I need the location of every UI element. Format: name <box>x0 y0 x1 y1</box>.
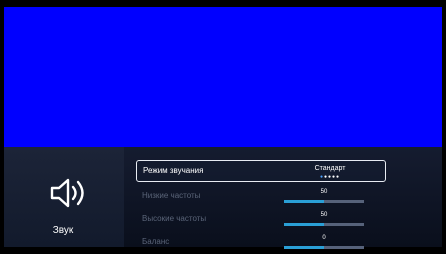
treble-value: 50 <box>320 212 328 218</box>
balance-slider[interactable] <box>284 246 364 249</box>
category-label: Звук <box>52 225 74 236</box>
mode-indicator-dots: ●●●●● <box>319 174 341 180</box>
treble-slider[interactable] <box>284 223 364 226</box>
menu-item-label: Высокие частоты <box>142 214 207 223</box>
speaker-icon <box>50 178 84 208</box>
slider-fill <box>284 223 324 226</box>
sound-mode-value: Стандарт <box>314 165 346 172</box>
slider-fill <box>284 200 324 203</box>
balance-value: 0 <box>322 235 326 241</box>
menu-item-label: Низкие частоты <box>142 191 201 200</box>
slider-fill <box>284 246 324 249</box>
menu-item-label: Баланс <box>142 237 170 246</box>
bass-value: 50 <box>320 189 328 195</box>
menu-item-bass[interactable]: Низкие частоты 50 <box>136 186 386 208</box>
video-preview <box>4 7 442 154</box>
menu-item-label: Режим звучания <box>143 166 204 175</box>
menu-item-sound-mode[interactable]: Режим звучания Стандарт ●●●●● <box>136 160 386 182</box>
menu-item-treble[interactable]: Высокие частоты 50 <box>136 209 386 231</box>
menu-item-balance[interactable]: Баланс 0 <box>136 232 386 254</box>
bass-slider[interactable] <box>284 200 364 203</box>
